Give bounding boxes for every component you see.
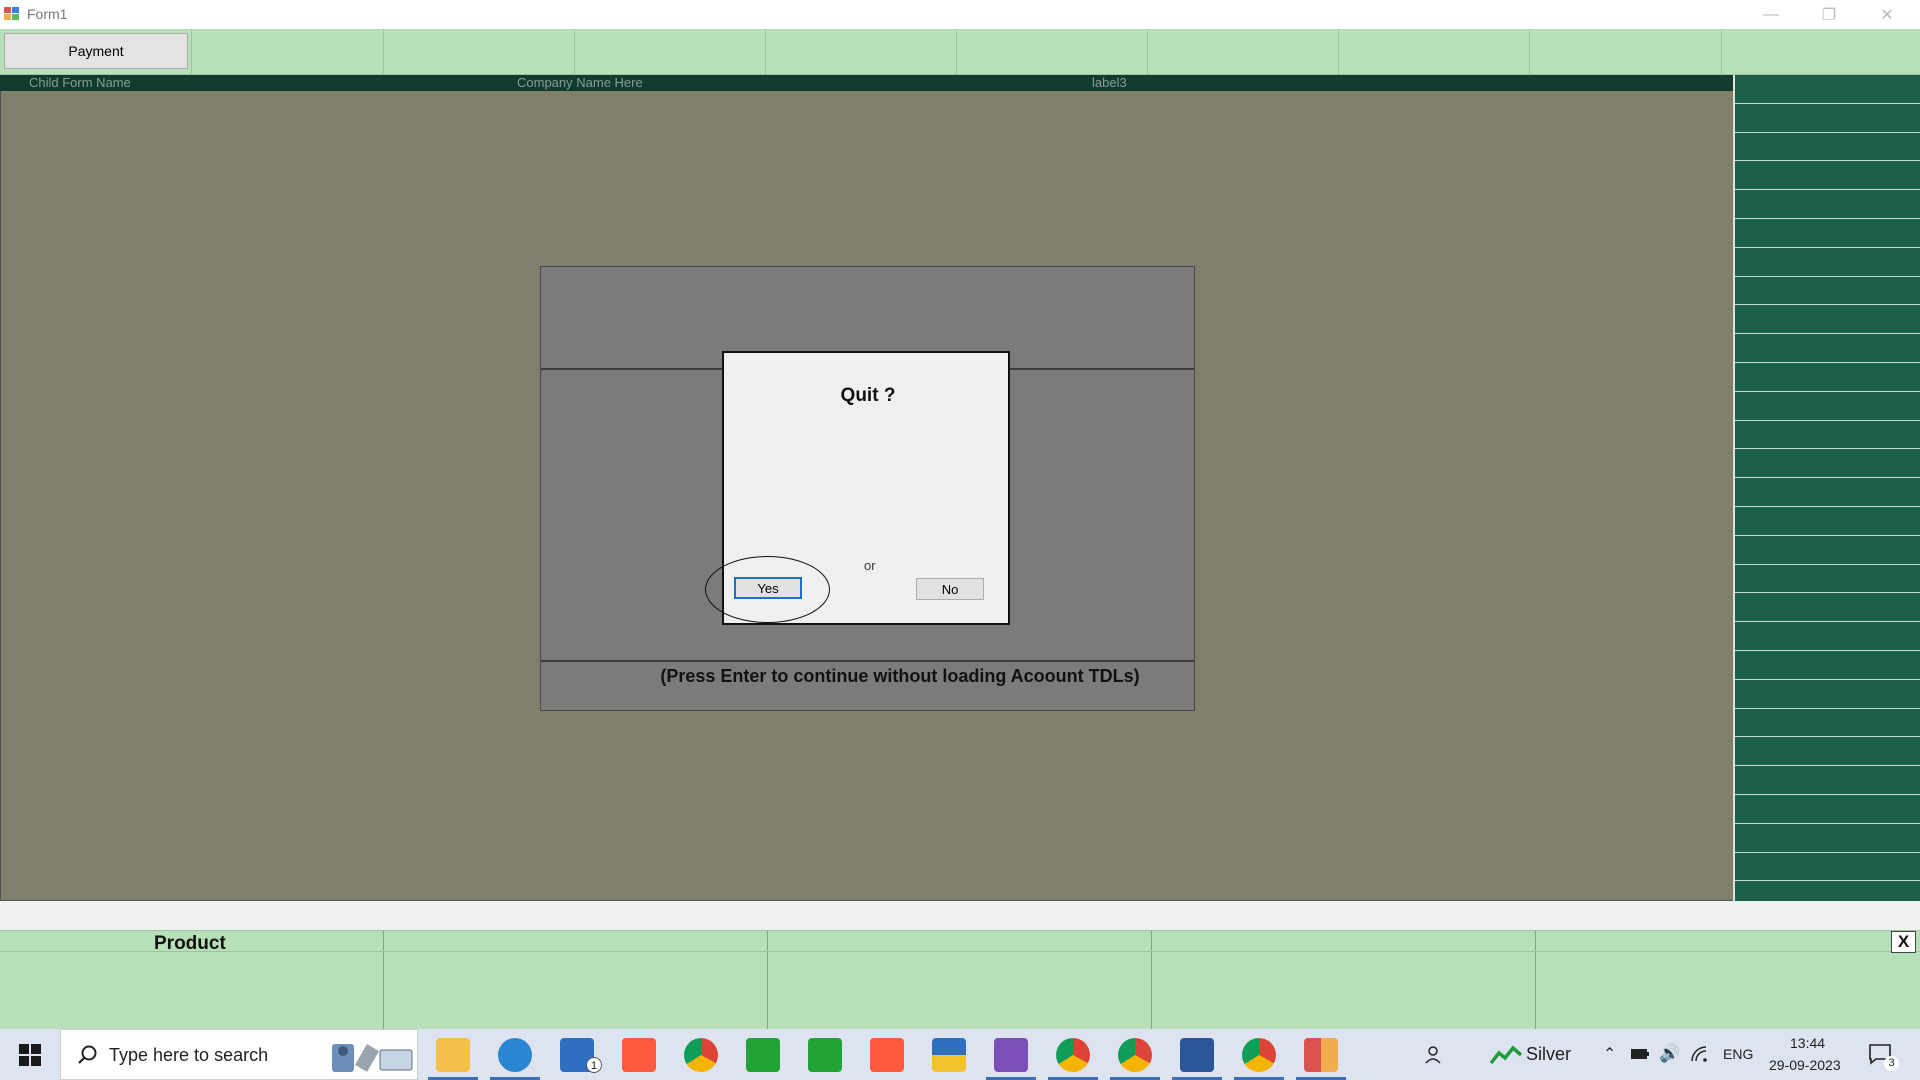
chrome-profile2-icon[interactable]	[1118, 1038, 1152, 1072]
start-button[interactable]	[0, 1029, 60, 1080]
chevron-up-icon[interactable]: ⌃	[1603, 1044, 1616, 1064]
right-panel-row[interactable]	[1735, 680, 1920, 709]
toolbar-cell[interactable]	[1722, 29, 1920, 75]
right-panel-row[interactable]	[1735, 248, 1920, 277]
close-window-button[interactable]: ✕	[1858, 0, 1916, 29]
form1-app-icon[interactable]	[1304, 1038, 1338, 1072]
right-panel-row[interactable]	[1735, 421, 1920, 450]
right-panel-row[interactable]	[1735, 449, 1920, 479]
toolbar-cell[interactable]	[1339, 29, 1530, 75]
right-panel-row[interactable]	[1735, 104, 1920, 133]
chrome-icon[interactable]	[684, 1038, 718, 1072]
payment-button[interactable]: Payment	[4, 33, 188, 69]
app-tiles-icon[interactable]	[932, 1038, 966, 1072]
quit-dialog: Quit ? or Yes No	[722, 351, 1010, 625]
battery-icon[interactable]	[1630, 1047, 1650, 1061]
right-panel-row[interactable]	[1735, 363, 1920, 392]
right-panel-row[interactable]	[1735, 709, 1920, 738]
company-name-label: Company Name Here	[517, 75, 643, 90]
app-green2-icon[interactable]	[808, 1038, 842, 1072]
right-panel-row[interactable]	[1735, 392, 1920, 421]
child-form-name-label: Child Form Name	[29, 75, 131, 90]
app-red-icon[interactable]	[622, 1038, 656, 1072]
chrome-profile3-icon[interactable]	[1242, 1038, 1276, 1072]
search-icon	[78, 1045, 97, 1064]
right-panel-row[interactable]	[1735, 737, 1920, 767]
notification-badge: 3	[1884, 1056, 1899, 1071]
right-panel-row[interactable]	[1735, 478, 1920, 508]
right-panel-row[interactable]	[1735, 766, 1920, 796]
clock-time[interactable]: 13:44	[1790, 1035, 1825, 1051]
visual-studio-icon[interactable]	[994, 1038, 1028, 1072]
mail-badge: 1	[586, 1057, 602, 1073]
grid-column[interactable]	[768, 931, 1152, 1030]
right-panel	[1733, 75, 1920, 901]
right-panel-row[interactable]	[1735, 277, 1920, 306]
right-panel-row[interactable]	[1735, 305, 1920, 335]
top-toolbar: Payment	[0, 29, 1920, 75]
no-button[interactable]: No	[916, 578, 984, 600]
toolbar-cell[interactable]	[1530, 29, 1722, 75]
volume-icon[interactable]: 🔊	[1659, 1044, 1680, 1064]
people-icon[interactable]	[1424, 1043, 1448, 1067]
app-green-icon[interactable]	[746, 1038, 780, 1072]
separator-strip	[0, 901, 1920, 930]
close-grid-button[interactable]: X	[1891, 931, 1916, 953]
clock-date[interactable]: 29-09-2023	[1769, 1057, 1841, 1073]
edge-icon[interactable]	[498, 1038, 532, 1072]
right-panel-row[interactable]	[1735, 824, 1920, 853]
toolbar-cell[interactable]	[766, 29, 957, 75]
label3: label3	[1092, 75, 1127, 90]
right-panel-row[interactable]	[1735, 593, 1920, 623]
grid-column[interactable]	[384, 931, 768, 1030]
right-panel-row[interactable]	[1735, 651, 1920, 680]
windows-icon	[19, 1043, 41, 1066]
product-column-header: Product	[154, 933, 226, 954]
header-strip: Child Form Name Company Name Here label3	[0, 75, 1733, 91]
right-panel-row[interactable]	[1735, 622, 1920, 652]
press-enter-notice: (Press Enter to continue without loading…	[660, 666, 1140, 686]
panel-divider	[541, 660, 1194, 662]
toolbar-cell[interactable]	[192, 29, 384, 75]
right-panel-row[interactable]	[1735, 161, 1920, 191]
stock-chart-icon	[1490, 1045, 1522, 1065]
app-icon	[4, 7, 20, 21]
search-placeholder: Type here to search	[109, 1045, 269, 1065]
window-title-bar: Form1 — ❐ ✕	[0, 0, 1920, 29]
product-grid: Product X	[0, 930, 1920, 1030]
taskbar: Type here to search 1 Silver ⌃ 🔊 ENG 13:…	[0, 1029, 1920, 1080]
window-title: Form1	[27, 6, 68, 22]
language-indicator[interactable]: ENG	[1723, 1046, 1753, 1062]
restore-button[interactable]: ❐	[1800, 0, 1858, 29]
wifi-icon[interactable]	[1690, 1045, 1710, 1063]
chrome-profile-icon[interactable]	[1056, 1038, 1090, 1072]
stock-label[interactable]: Silver	[1526, 1044, 1571, 1065]
search-highlight-icon	[332, 1044, 413, 1072]
right-panel-row[interactable]	[1735, 190, 1920, 220]
word-icon[interactable]	[1180, 1038, 1214, 1072]
grid-column[interactable]	[1536, 931, 1920, 1030]
right-panel-row[interactable]	[1735, 75, 1920, 104]
toolbar-cell[interactable]	[957, 29, 1148, 75]
yes-button[interactable]: Yes	[734, 577, 802, 599]
app-red2-icon[interactable]	[870, 1038, 904, 1072]
grid-header-divider	[0, 951, 1920, 952]
right-panel-row[interactable]	[1735, 795, 1920, 824]
right-panel-row[interactable]	[1735, 853, 1920, 882]
right-panel-row[interactable]	[1735, 133, 1920, 162]
grid-column[interactable]	[1152, 931, 1536, 1030]
right-panel-row[interactable]	[1735, 565, 1920, 594]
or-label: or	[864, 558, 876, 573]
file-explorer-icon[interactable]	[436, 1038, 470, 1072]
right-panel-row[interactable]	[1735, 507, 1920, 536]
minimize-button[interactable]: —	[1742, 0, 1800, 29]
toolbar-cell[interactable]	[575, 29, 766, 75]
right-panel-row[interactable]	[1735, 219, 1920, 248]
dialog-title: Quit ?	[840, 385, 896, 406]
right-panel-row[interactable]	[1735, 334, 1920, 364]
toolbar-cell[interactable]	[384, 29, 575, 75]
right-panel-row[interactable]	[1735, 536, 1920, 565]
toolbar-cell[interactable]	[1148, 29, 1339, 75]
